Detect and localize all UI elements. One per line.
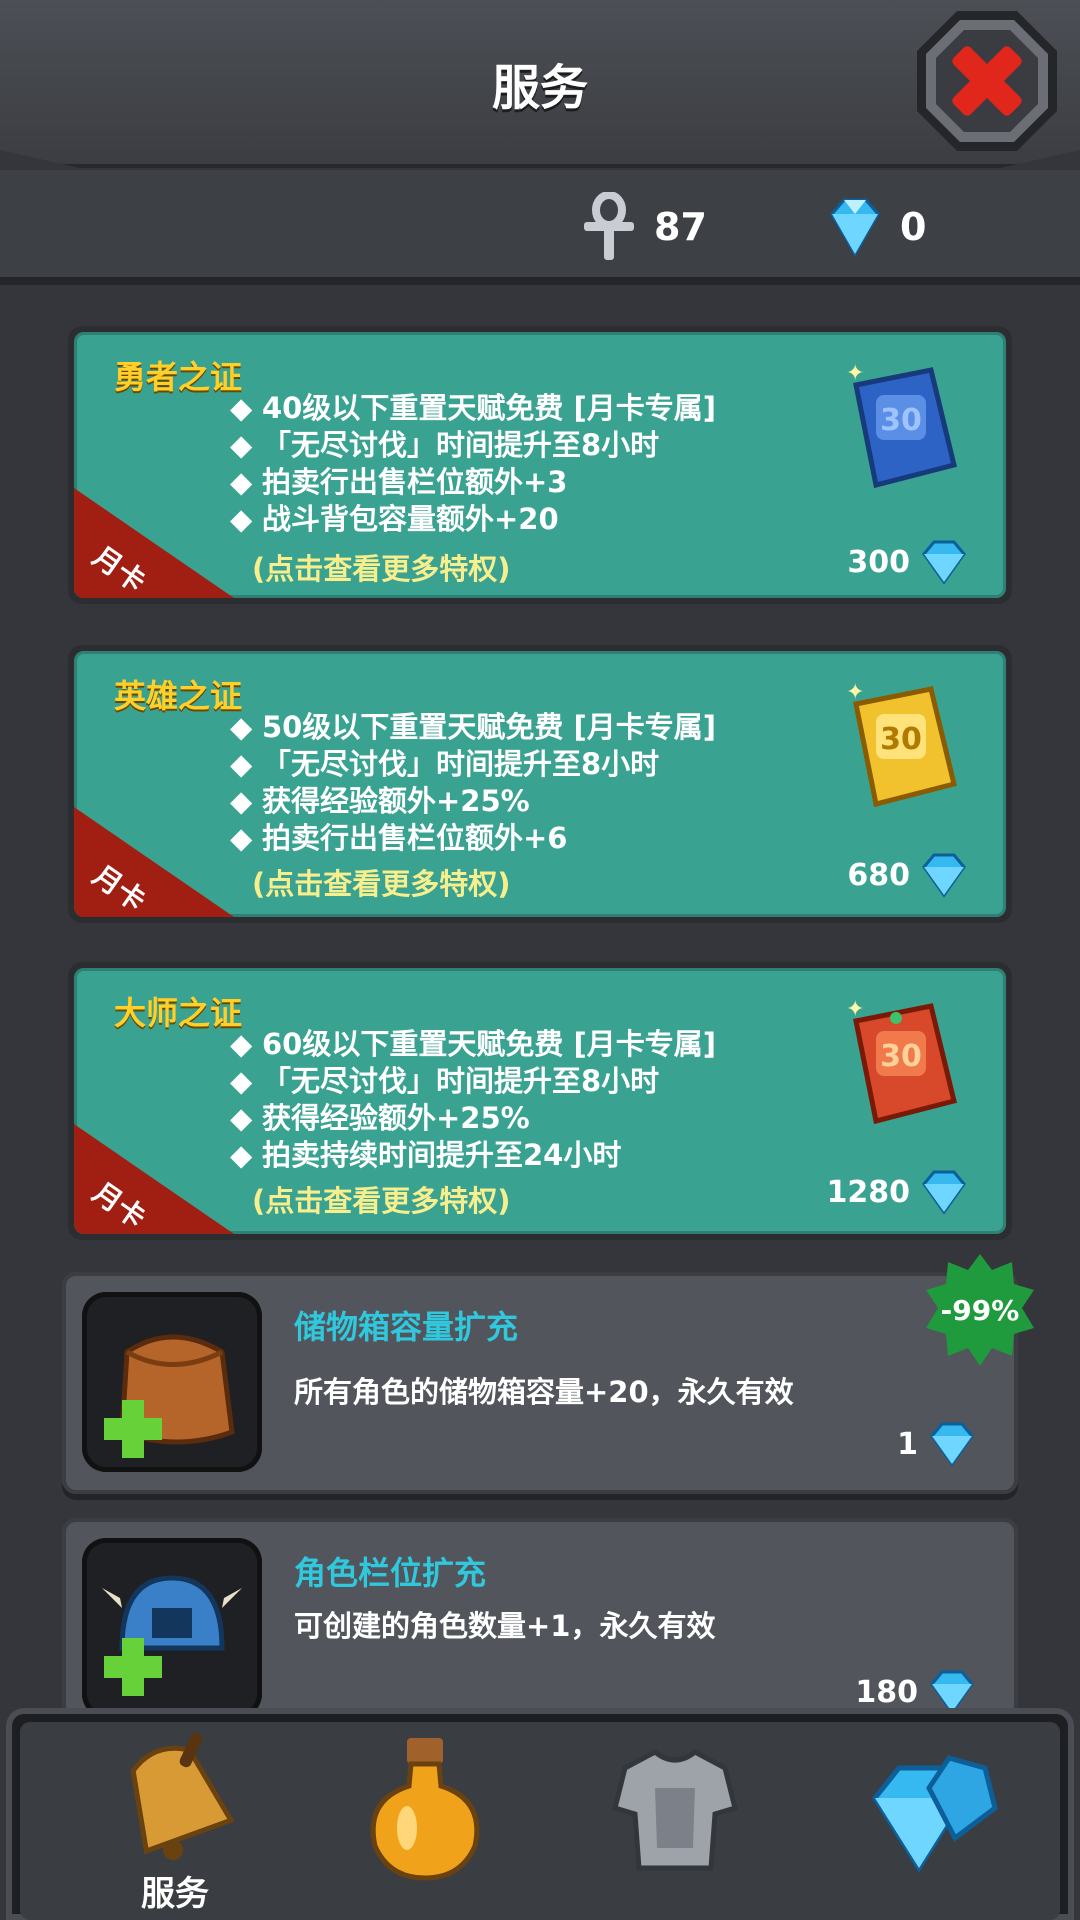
perk-list: ◆ 40级以下重置天赋免费 [月卡专属] ◆ 「无尽讨伐」时间提升至8小时 ◆ 拍卖行… bbox=[230, 390, 716, 538]
more-privileges-link[interactable]: (点击查看更多特权) bbox=[252, 546, 511, 588]
perk-item: ◆ 获得经验额外+25% bbox=[230, 784, 530, 818]
item-icon-frame bbox=[82, 1538, 262, 1718]
gold-30-card-icon: 30 ✦ bbox=[846, 680, 958, 808]
bottom-nav: 服务 bbox=[6, 1708, 1074, 1920]
item-title: 储物箱容量扩充 bbox=[294, 1308, 519, 1346]
price-tag: 680 bbox=[847, 851, 970, 899]
satchel-plus-icon bbox=[104, 1334, 235, 1458]
nav-tray: 服务 bbox=[20, 1722, 1060, 1920]
potion-icon bbox=[370, 1738, 480, 1881]
discount-badge: -99% bbox=[926, 1254, 1034, 1366]
close-icon bbox=[917, 11, 1057, 151]
price-value: 1280 bbox=[826, 1174, 911, 1210]
item-icon-frame bbox=[82, 1292, 262, 1472]
perk-item: ◆ 获得经验额外+25% bbox=[230, 1101, 530, 1135]
blue-30-card-icon: 30 ✦ bbox=[846, 361, 958, 489]
helmet-plus-icon bbox=[102, 1575, 242, 1696]
currency-bar: 87 0 bbox=[0, 170, 1080, 285]
price-value: 300 bbox=[847, 544, 910, 580]
armor-icon bbox=[611, 1749, 739, 1871]
price-value: 1 bbox=[897, 1426, 918, 1462]
more-privileges-link[interactable]: (点击查看更多特权) bbox=[252, 861, 511, 903]
bell-icon bbox=[130, 1732, 235, 1860]
perk-item: ◆ 「无尽讨伐」时间提升至8小时 bbox=[230, 747, 660, 781]
ankh-icon bbox=[584, 192, 634, 260]
item-description: 可创建的角色数量+1，永久有效 bbox=[294, 1609, 716, 1643]
svg-text:30: 30 bbox=[880, 1039, 922, 1074]
item-description: 所有角色的储物箱容量+20，永久有效 bbox=[294, 1375, 794, 1409]
perk-list: ◆ 60级以下重置天赋免费 [月卡专属] ◆ 「无尽讨伐」时间提升至8小时 ◆ 获得经… bbox=[230, 1026, 716, 1174]
svg-text:30: 30 bbox=[880, 722, 922, 757]
svg-text:30: 30 bbox=[880, 403, 922, 438]
card-hero[interactable]: 英雄之证 ◆ 50级以下重置天赋免费 [月卡专属] ◆ 「无尽讨伐」时间提升至8小时… bbox=[68, 645, 1012, 923]
card-body: 大师之证 ◆ 60级以下重置天赋免费 [月卡专属] ◆ 「无尽讨伐」时间提升至8小时… bbox=[74, 968, 1006, 1234]
svg-text:✦: ✦ bbox=[846, 680, 864, 705]
perk-item: ◆ 「无尽讨伐」时间提升至8小时 bbox=[230, 1064, 660, 1098]
tab-service[interactable]: 服务 bbox=[60, 1722, 290, 1920]
tab-equipment[interactable] bbox=[560, 1722, 790, 1920]
monthly-ribbon bbox=[74, 807, 234, 917]
perk-item: ◆ 50级以下重置天赋免费 [月卡专属] bbox=[230, 710, 716, 744]
card-brave[interactable]: 勇者之证 ◆ 40级以下重置天赋免费 [月卡专属] ◆ 「无尽讨伐」时间提升至8小时… bbox=[68, 326, 1012, 604]
close-button[interactable] bbox=[912, 6, 1062, 156]
tab-gems[interactable] bbox=[810, 1722, 1040, 1920]
price-tag: 1 bbox=[897, 1420, 978, 1468]
perk-item: ◆ 拍卖行出售栏位额外+6 bbox=[230, 821, 568, 855]
price-value: 180 bbox=[855, 1674, 918, 1710]
svg-text:✦: ✦ bbox=[846, 997, 864, 1022]
card-master[interactable]: 大师之证 ◆ 60级以下重置天赋免费 [月卡专属] ◆ 「无尽讨伐」时间提升至8小时… bbox=[68, 962, 1012, 1240]
gem-currency: 0 bbox=[824, 192, 926, 262]
diamond-icon bbox=[930, 1422, 974, 1467]
perk-item: ◆ 拍卖行出售栏位额外+3 bbox=[230, 465, 568, 499]
gems-icon bbox=[871, 1755, 998, 1873]
character-slot-item[interactable]: 角色栏位扩充 可创建的角色数量+1，永久有效 180 bbox=[62, 1518, 1018, 1718]
red-30-card-icon: 30 ✦ bbox=[846, 997, 958, 1125]
perk-item: ◆ 战斗背包容量额外+20 bbox=[230, 502, 559, 536]
card-title: 勇者之证 bbox=[114, 358, 243, 396]
card-title: 英雄之证 bbox=[114, 677, 243, 715]
monthly-ribbon bbox=[74, 1124, 234, 1234]
storage-expand-item[interactable]: 储物箱容量扩充 所有角色的储物箱容量+20，永久有效 1 bbox=[62, 1272, 1018, 1494]
ankh-currency: 87 bbox=[578, 192, 707, 262]
price-value: 680 bbox=[847, 857, 910, 893]
item-title: 角色栏位扩充 bbox=[294, 1554, 487, 1592]
ankh-count: 87 bbox=[654, 205, 707, 249]
tab-potions[interactable] bbox=[310, 1722, 540, 1920]
more-privileges-link[interactable]: (点击查看更多特权) bbox=[252, 1178, 511, 1220]
perk-list: ◆ 50级以下重置天赋免费 [月卡专属] ◆ 「无尽讨伐」时间提升至8小时 ◆ 获得经… bbox=[230, 709, 716, 857]
price-tag: 300 bbox=[847, 538, 970, 586]
diamond-icon bbox=[922, 1170, 966, 1215]
diamond-icon bbox=[830, 198, 880, 258]
card-title: 大师之证 bbox=[114, 994, 243, 1032]
tab-service-label: 服务 bbox=[141, 1874, 209, 1914]
gem-count: 0 bbox=[900, 205, 927, 249]
perk-item: ◆ 40级以下重置天赋免费 [月卡专属] bbox=[230, 391, 716, 425]
svg-text:✦: ✦ bbox=[846, 361, 864, 386]
perk-item: ◆ 60级以下重置天赋免费 [月卡专属] bbox=[230, 1027, 716, 1061]
diamond-icon bbox=[922, 540, 966, 585]
discount-label: -99% bbox=[941, 1294, 1020, 1327]
service-page: 服务 87 0 勇者之证 ◆ 40级以下重置天赋免费 [月卡专属] ◆ 「无尽讨… bbox=[0, 0, 1080, 1920]
card-body: 英雄之证 ◆ 50级以下重置天赋免费 [月卡专属] ◆ 「无尽讨伐」时间提升至8小时… bbox=[74, 651, 1006, 917]
card-body: 勇者之证 ◆ 40级以下重置天赋免费 [月卡专属] ◆ 「无尽讨伐」时间提升至8小时… bbox=[74, 332, 1006, 598]
perk-item: ◆ 「无尽讨伐」时间提升至8小时 bbox=[230, 428, 660, 462]
diamond-icon bbox=[922, 853, 966, 898]
perk-item: ◆ 拍卖持续时间提升至24小时 bbox=[230, 1138, 622, 1172]
monthly-ribbon bbox=[74, 488, 234, 598]
price-tag: 1280 bbox=[827, 1168, 971, 1216]
